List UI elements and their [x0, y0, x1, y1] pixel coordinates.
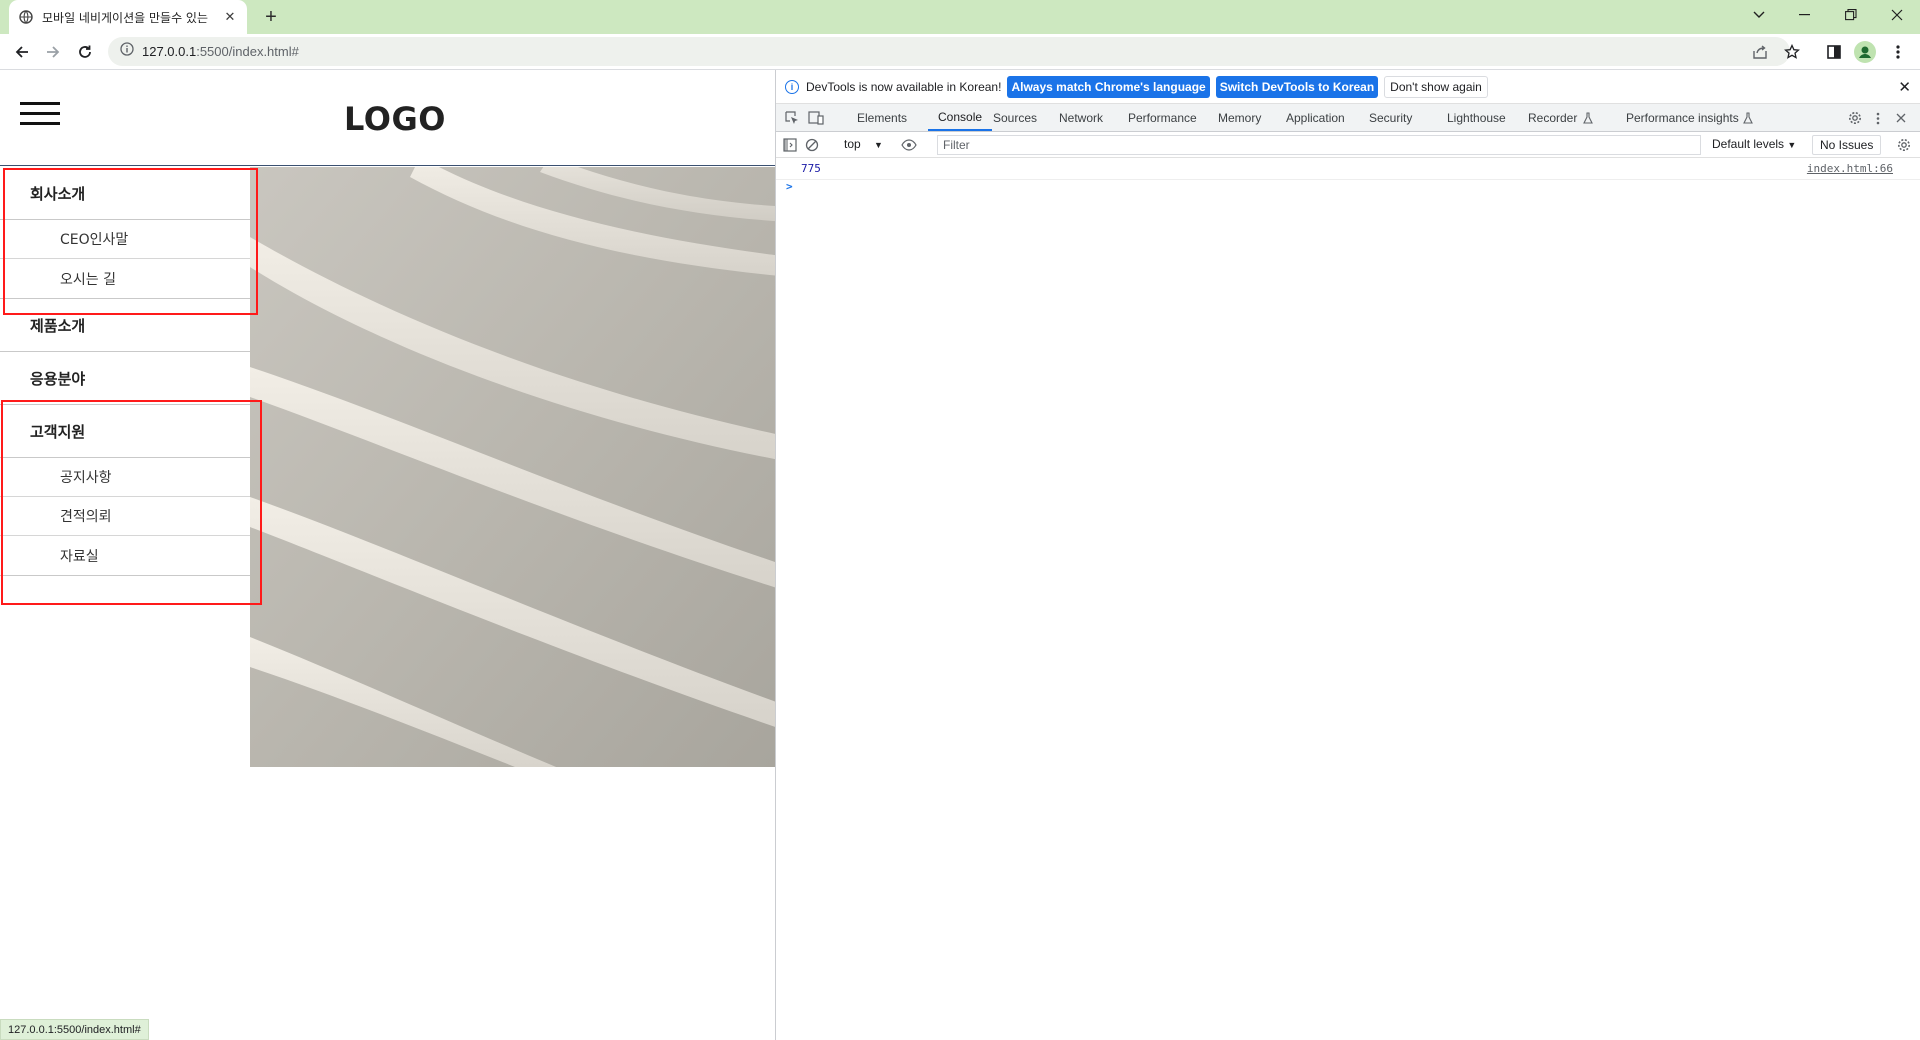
infobar-text: DevTools is now available in Korean!: [806, 79, 1002, 94]
info-icon: i: [785, 79, 799, 94]
tab-search-icon[interactable]: [1736, 0, 1782, 30]
tab-security[interactable]: Security: [1369, 104, 1412, 131]
log-levels-dropdown[interactable]: Default levels ▼: [1712, 137, 1796, 151]
tab-elements[interactable]: Elements: [857, 104, 907, 131]
share-icon[interactable]: [1748, 40, 1772, 64]
always-match-language-button[interactable]: Always match Chrome's language: [1007, 75, 1210, 98]
tab-console[interactable]: Console: [928, 104, 993, 131]
site-logo[interactable]: LOGO: [344, 100, 446, 138]
chrome-menu-icon[interactable]: [1886, 40, 1910, 64]
globe-icon: [19, 10, 33, 24]
inspect-element-icon[interactable]: [783, 109, 801, 127]
devtools-tab-bar: Elements Console Sources Network Perform…: [776, 104, 1920, 132]
log-levels-label: Default levels: [1712, 137, 1785, 151]
tab-strip: 모바일 네비게이션을 만들수 있는 ✕ +: [0, 0, 1920, 34]
profile-avatar-icon[interactable]: [1853, 40, 1877, 64]
site-info-icon[interactable]: [120, 42, 134, 61]
devtools-language-infobar: i DevTools is now available in Korean! A…: [776, 70, 1920, 104]
tab-application[interactable]: Application: [1286, 104, 1345, 131]
clear-console-icon[interactable]: [803, 136, 821, 154]
hero-sand-image: [250, 167, 775, 767]
back-arrow-icon[interactable]: [10, 40, 34, 64]
address-bar[interactable]: 127.0.0.1:5500/index.html#: [108, 37, 1790, 66]
context-value: top: [844, 137, 861, 151]
tab-title: 모바일 네비게이션을 만들수 있는: [42, 10, 209, 25]
console-prompt-icon: >: [786, 180, 793, 193]
site-header: LOGO: [0, 70, 775, 166]
url-host: 127.0.0.1: [142, 44, 197, 59]
dont-show-again-button[interactable]: Don't show again: [1384, 75, 1488, 98]
tab-performance-insights[interactable]: Performance insights: [1626, 104, 1739, 131]
tab-sources[interactable]: Sources: [993, 104, 1037, 131]
close-window-button[interactable]: [1874, 0, 1920, 30]
insights-flask-icon: [1739, 109, 1757, 127]
recorder-flask-icon: [1579, 109, 1597, 127]
console-toolbar: top ▼ Filter Default levels ▼ No Issues: [776, 132, 1920, 158]
console-settings-gear-icon[interactable]: [1895, 136, 1913, 154]
url-path: :5500/index.html#: [196, 44, 299, 59]
forward-arrow-icon[interactable]: [41, 40, 65, 64]
devtools-panel: i DevTools is now available in Korean! A…: [775, 70, 1920, 1040]
context-selector[interactable]: top ▼: [844, 137, 883, 151]
console-log-row: 775 index.html:66: [776, 162, 1920, 180]
hamburger-menu-icon[interactable]: [20, 102, 60, 128]
infobar-close-icon[interactable]: ✕: [1898, 78, 1911, 96]
live-expression-eye-icon[interactable]: [900, 136, 918, 154]
device-toolbar-icon[interactable]: [807, 109, 825, 127]
tab-close-icon[interactable]: ✕: [222, 9, 238, 25]
switch-to-korean-button[interactable]: Switch DevTools to Korean: [1215, 75, 1379, 98]
context-dropdown-icon: ▼: [874, 140, 883, 150]
new-tab-button[interactable]: +: [258, 4, 284, 30]
console-prompt-row[interactable]: >: [776, 180, 1920, 198]
status-bar-url: 127.0.0.1:5500/index.html#: [0, 1019, 149, 1040]
levels-dropdown-icon: ▼: [1787, 140, 1797, 150]
reload-icon[interactable]: [73, 40, 97, 64]
tab-memory[interactable]: Memory: [1218, 104, 1261, 131]
tab-lighthouse[interactable]: Lighthouse: [1447, 104, 1506, 131]
console-filter-input[interactable]: Filter: [937, 135, 1701, 155]
issues-counter[interactable]: No Issues: [1812, 135, 1882, 155]
page-viewport: LOGO 회사소개 CEO인사말 오시는 길 제품소개 응용분야 고객지원 공지…: [0, 70, 775, 1040]
side-panel-icon[interactable]: [1822, 40, 1846, 64]
highlight-box-support: [1, 400, 262, 605]
menu-item-applications[interactable]: 응용분야: [0, 352, 250, 405]
tab-network[interactable]: Network: [1059, 104, 1103, 131]
browser-toolbar: 127.0.0.1:5500/index.html#: [0, 34, 1920, 70]
console-log-source-link[interactable]: index.html:66: [1807, 162, 1893, 175]
console-log-value: 775: [801, 162, 821, 175]
devtools-close-icon[interactable]: [1892, 109, 1910, 127]
browser-tab[interactable]: 모바일 네비게이션을 만들수 있는 ✕: [9, 0, 247, 34]
devtools-more-icon[interactable]: [1869, 109, 1887, 127]
highlight-box-company: [3, 168, 258, 315]
tab-recorder[interactable]: Recorder: [1528, 104, 1577, 131]
url-text: 127.0.0.1:5500/index.html#: [142, 44, 299, 59]
bookmark-star-icon[interactable]: [1780, 40, 1804, 64]
tab-performance[interactable]: Performance: [1128, 104, 1197, 131]
console-sidebar-icon[interactable]: [781, 136, 799, 154]
minimize-button[interactable]: [1782, 0, 1828, 30]
restore-button[interactable]: [1828, 0, 1874, 30]
devtools-settings-gear-icon[interactable]: [1846, 109, 1864, 127]
